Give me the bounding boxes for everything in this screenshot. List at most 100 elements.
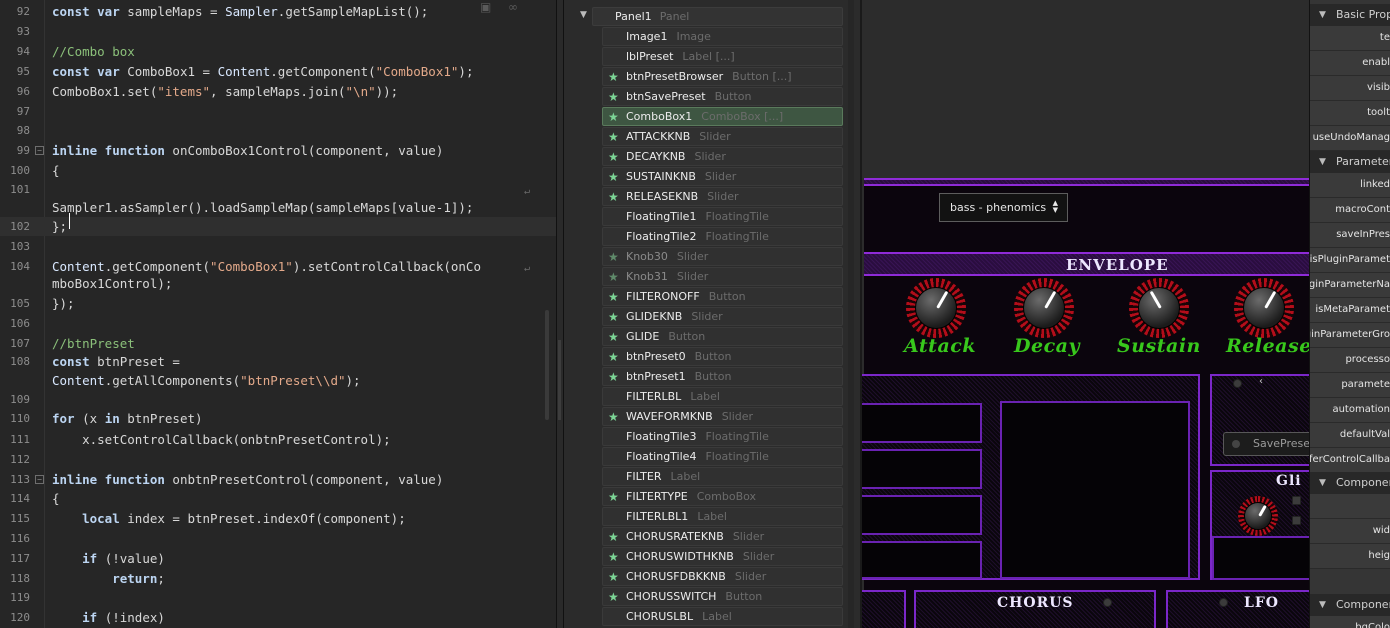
code-line[interactable]: 111 x.setControlCallback(onbtnPresetCont…	[0, 430, 556, 449]
code-lines[interactable]: 92 const var sampleMaps = Sampler.getSamp…	[0, 0, 556, 628]
tree-rows[interactable]: Image1 Image lblPreset Label [...] ★ btnPrese…	[602, 0, 843, 628]
tree-item-floatingtile2[interactable]: FloatingTile2 FloatingTile	[602, 227, 843, 246]
property-row[interactable]: defaultVal	[1310, 423, 1390, 448]
property-row[interactable]: automation	[1310, 398, 1390, 423]
tree-item-floatingtile4[interactable]: FloatingTile4 FloatingTile	[602, 447, 843, 466]
code-line[interactable]: 118 return;	[0, 569, 556, 588]
tree-item-btnpresetbrowser[interactable]: ★ btnPresetBrowser Button [...]	[602, 67, 843, 86]
collapse-arrow-icon[interactable]: ▼	[1319, 594, 1326, 616]
property-row[interactable]: isPluginParamet	[1310, 248, 1390, 273]
property-section-header[interactable]: ▼ Componen	[1310, 594, 1390, 616]
tree-item-btnpreset1[interactable]: ★ btnPreset1 Button	[602, 367, 843, 386]
property-row[interactable]: te	[1310, 26, 1390, 51]
code-line[interactable]: 113− inline function onbtnPresetControl(c…	[0, 470, 556, 489]
code-line[interactable]: 94 //Combo box	[0, 42, 556, 61]
property-row[interactable]: pluginParameterGro	[1310, 323, 1390, 348]
property-row[interactable]: enabl	[1310, 51, 1390, 76]
tree-item-glideknb[interactable]: ★ GLIDEKNB Slider	[602, 307, 843, 326]
fold-toggle-icon[interactable]: −	[35, 146, 44, 155]
code-line[interactable]: 103	[0, 237, 556, 256]
property-section-header[interactable]: ▼ Componen	[1310, 472, 1390, 494]
splitter-grip[interactable]	[558, 340, 561, 420]
property-row[interactable]: useUndoManag	[1310, 126, 1390, 151]
code-line[interactable]: 105});	[0, 294, 556, 313]
code-editor[interactable]: 92 const var sampleMaps = Sampler.getSamp…	[0, 0, 556, 628]
panel-splitter[interactable]	[556, 0, 564, 628]
tree-item-choruswidthknb[interactable]: ★ CHORUSWIDTHKNB Slider	[602, 547, 843, 566]
code-line[interactable]: 100 {	[0, 161, 556, 180]
tree-item-btnpreset0[interactable]: ★ btnPreset0 Button	[602, 347, 843, 366]
attack-knob[interactable]	[906, 278, 966, 338]
code-line[interactable]: 106	[0, 314, 556, 333]
code-line[interactable]: Sampler1.asSampler().loadSampleMap(sampl…	[0, 198, 556, 217]
tree-item-chorusfdbkknb[interactable]: ★ CHORUSFDBKKNB Slider	[602, 567, 843, 586]
property-row[interactable]: processo	[1310, 348, 1390, 373]
link-icon[interactable]: ∞	[508, 0, 518, 14]
tree-item-glide[interactable]: ★ GLIDE Button	[602, 327, 843, 346]
property-row[interactable]: paramete	[1310, 373, 1390, 398]
editor-scrollbar[interactable]	[545, 310, 549, 420]
samplemap-combobox[interactable]: bass - phenomics ▲ ▼	[939, 193, 1068, 222]
tree-item-waveformknb[interactable]: ★ WAVEFORMKNB Slider	[602, 407, 843, 426]
expand-arrow-icon[interactable]: ▼	[580, 10, 587, 20]
sustain-knob[interactable]	[1129, 278, 1189, 338]
tree-item-filterlbl[interactable]: FILTERLBL Label	[602, 387, 843, 406]
code-line[interactable]: 98	[0, 121, 556, 140]
code-line[interactable]: 108 const btnPreset =	[0, 352, 556, 371]
tree-item-combobox1[interactable]: ★ ComboBox1 ComboBox [...]	[602, 107, 843, 126]
code-line[interactable]: 97	[0, 102, 556, 121]
property-row[interactable]: bgColo	[1310, 616, 1390, 628]
code-line[interactable]: 117 if (!value)	[0, 549, 556, 568]
property-row[interactable]: saveInPres	[1310, 223, 1390, 248]
glide-toggle-2[interactable]	[1292, 516, 1301, 525]
collapse-arrow-icon[interactable]: ▼	[1319, 151, 1326, 173]
code-line[interactable]: 120 if (!index)	[0, 608, 556, 627]
property-row[interactable]: deferControlCallba	[1310, 448, 1390, 473]
tree-item-attackknb[interactable]: ★ ATTACKKNB Slider	[602, 127, 843, 146]
code-line[interactable]: 93	[0, 22, 556, 41]
lfo-led[interactable]	[1219, 598, 1228, 607]
property-row[interactable]: wid	[1310, 519, 1390, 544]
property-row[interactable]: isMetaParamet	[1310, 298, 1390, 323]
tree-item-decayknb[interactable]: ★ DECAYKNB Slider	[602, 147, 843, 166]
tree-item-filteronoff[interactable]: ★ FILTERONOFF Button	[602, 287, 843, 306]
property-row[interactable]: visib	[1310, 76, 1390, 101]
tree-item-filterlbl1[interactable]: FILTERLBL1 Label	[602, 507, 843, 526]
code-line[interactable]: 95 const var ComboBox1 = Content.getCompo…	[0, 62, 556, 81]
tree-item-choruslbl[interactable]: CHORUSLBL Label	[602, 607, 843, 626]
tree-item-filter[interactable]: FILTER Label	[602, 467, 843, 486]
interface-preview[interactable]: bass - phenomics ▲ ▼ ENVELOPE Attack Deca…	[860, 0, 1309, 628]
property-row[interactable]: toolt	[1310, 101, 1390, 126]
code-line[interactable]: 115 local index = btnPreset.indexOf(comp…	[0, 509, 556, 528]
property-row[interactable]: heig	[1310, 544, 1390, 569]
property-row[interactable]: linked	[1310, 173, 1390, 198]
code-line[interactable]: 102};	[0, 217, 556, 236]
code-line[interactable]: 119	[0, 588, 556, 607]
code-line[interactable]: 107 //btnPreset	[0, 334, 556, 353]
release-knob[interactable]	[1234, 278, 1294, 338]
code-line[interactable]: 109	[0, 390, 556, 409]
code-line[interactable]: 110 for (x in btnPreset)	[0, 409, 556, 428]
component-tree[interactable]: ▼ Panel1 Panel Image1 Image lblPreset Label …	[564, 0, 860, 628]
tree-item-chorusrateknb[interactable]: ★ CHORUSRATEKNB Slider	[602, 527, 843, 546]
code-line[interactable]: Content.getAllComponents("btnPreset\\d")…	[0, 371, 556, 390]
tree-item-floatingtile3[interactable]: FloatingTile3 FloatingTile	[602, 427, 843, 446]
preset-prev-icon[interactable]: ‹	[1259, 376, 1263, 387]
property-row[interactable]	[1310, 494, 1390, 519]
tree-item-chorusswitch[interactable]: ★ CHORUSSWITCH Button	[602, 587, 843, 606]
tree-item-releaseknb[interactable]: ★ RELEASEKNB Slider	[602, 187, 843, 206]
bookmark-icon[interactable]: ▣	[480, 0, 491, 14]
tree-item-knob30[interactable]: ★ Knob30 Slider	[602, 247, 843, 266]
code-line[interactable]: 101 ↵	[0, 180, 556, 199]
decay-knob[interactable]	[1014, 278, 1074, 338]
glide-toggle-1[interactable]	[1292, 496, 1301, 505]
code-line[interactable]: 112	[0, 450, 556, 469]
collapse-arrow-icon[interactable]: ▼	[1319, 472, 1326, 494]
tree-item-filtertype[interactable]: ★ FILTERTYPE ComboBox	[602, 487, 843, 506]
tree-scrollbar[interactable]	[848, 0, 854, 628]
save-preset-button[interactable]: SavePreset	[1223, 432, 1309, 456]
tree-item-lblpreset[interactable]: lblPreset Label [...]	[602, 47, 843, 66]
property-panel[interactable]: ▼ Basic Prop te enabl visib toolt useUndoManag…	[1309, 0, 1390, 628]
collapse-arrow-icon[interactable]: ▼	[1319, 4, 1326, 26]
property-section-header[interactable]: ▼ Parameter	[1310, 151, 1390, 173]
